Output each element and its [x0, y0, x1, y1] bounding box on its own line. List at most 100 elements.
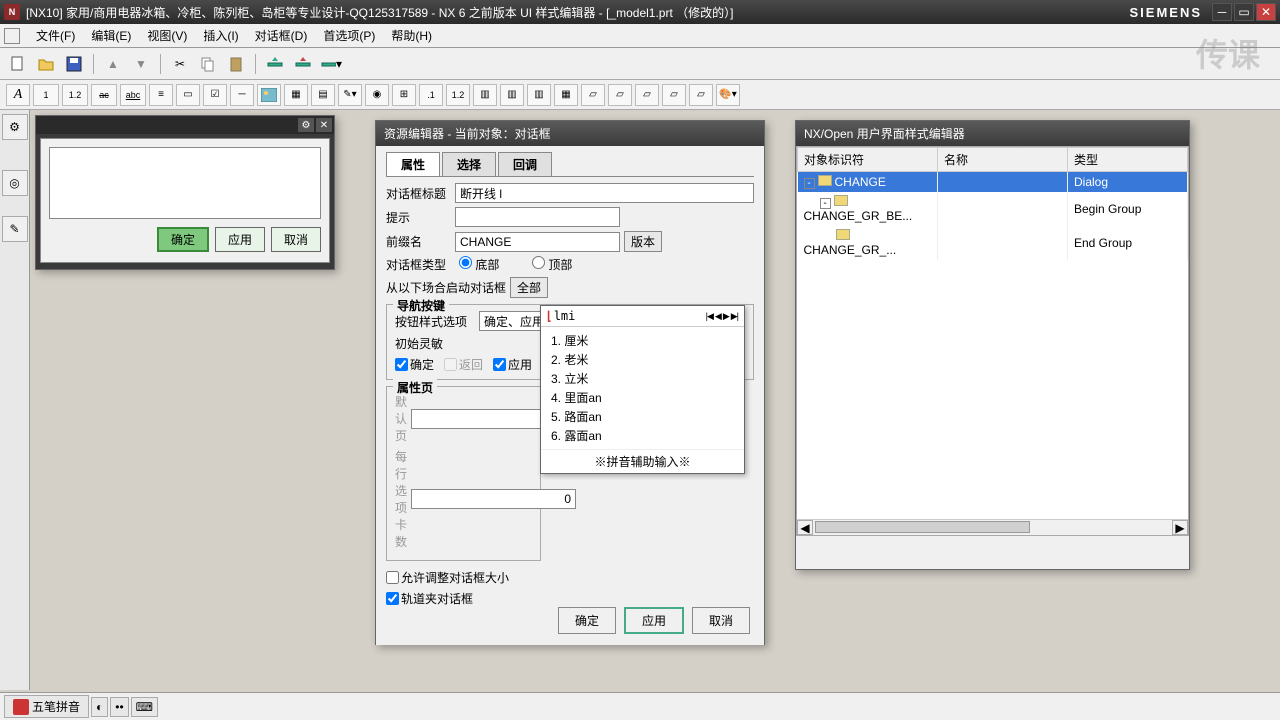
sub12-button[interactable]: 1.2 [446, 84, 470, 106]
check-button[interactable]: ☑ [203, 84, 227, 106]
col4-button[interactable]: ▦ [554, 84, 578, 106]
version-button[interactable]: 版本 [624, 231, 662, 252]
ime-taskbar-item[interactable]: 五笔拼音 [4, 695, 89, 718]
sub1-button[interactable]: .1 [419, 84, 443, 106]
table-row[interactable]: -CHANGE_GR_BE...Begin Group [798, 192, 1188, 226]
col1-button[interactable]: ▥ [473, 84, 497, 106]
preview-ok-button[interactable]: 确定 [157, 227, 209, 252]
cut-icon[interactable]: ✂ [168, 52, 192, 76]
sidebar-gear-icon[interactable]: ⚙ [2, 114, 28, 140]
ime-nav-prev[interactable]: ◀ [715, 311, 721, 322]
menu-icon[interactable] [4, 28, 20, 44]
menu-help[interactable]: 帮助(H) [383, 24, 440, 47]
prefix-input[interactable] [455, 232, 620, 252]
hint-input[interactable] [455, 207, 620, 227]
ime-cand-5[interactable]: 5. 路面an [551, 407, 734, 426]
close-button[interactable]: ✕ [1256, 3, 1276, 21]
scroll-right-icon[interactable]: ▶ [1172, 520, 1188, 535]
col-name[interactable]: 名称 [938, 148, 1068, 172]
ime-cand-4[interactable]: 4. 里面an [551, 388, 734, 407]
preview-apply-button[interactable]: 应用 [215, 227, 265, 252]
tool-a-icon[interactable] [263, 52, 287, 76]
menu-edit[interactable]: 编辑(E) [83, 24, 139, 47]
down-arrow-icon[interactable]: ▼ [129, 52, 153, 76]
scroll-thumb[interactable] [815, 521, 1030, 533]
menu-dialog[interactable]: 对话框(D) [247, 24, 316, 47]
dialog-type-top[interactable]: 顶部 [532, 256, 597, 273]
ime-punct-icon[interactable]: •• [110, 697, 128, 717]
cb-ok[interactable]: 确定 [395, 356, 434, 373]
col-type[interactable]: 类型 [1068, 148, 1188, 172]
col-id[interactable]: 对象标识符 [798, 148, 938, 172]
tree-hscroll[interactable]: ◀ ▶ [797, 519, 1188, 535]
new-file-icon[interactable] [6, 52, 30, 76]
menu-view[interactable]: 视图(V) [139, 24, 195, 47]
ime-nav-next[interactable]: ▶ [723, 311, 729, 322]
col2-button[interactable]: ▥ [500, 84, 524, 106]
radio-button-icon[interactable]: ◉ [365, 84, 389, 106]
up-arrow-icon[interactable]: ▲ [101, 52, 125, 76]
track-dialog-checkbox[interactable]: 轨道夹对话框 [386, 590, 473, 607]
line-button[interactable]: ─ [230, 84, 254, 106]
radio-top[interactable] [532, 256, 545, 269]
dialog-type-bottom[interactable]: 底部 [459, 256, 524, 273]
align-button[interactable]: ≡ [149, 84, 173, 106]
sidebar-tool-icon[interactable]: ✎ [2, 216, 28, 242]
preview-settings-icon[interactable]: ⚙ [298, 118, 314, 132]
maximize-button[interactable]: ▭ [1234, 3, 1254, 21]
open-file-icon[interactable] [34, 52, 58, 76]
rows-per-tab-input[interactable] [411, 489, 576, 509]
editor-cancel-button[interactable]: 取消 [692, 607, 750, 634]
table-row[interactable]: CHANGE_GR_...End Group [798, 226, 1188, 260]
col3-button[interactable]: ▥ [527, 84, 551, 106]
label-abc-button[interactable]: abc [120, 84, 146, 106]
doc3-button[interactable]: ▱ [635, 84, 659, 106]
copy-icon[interactable] [196, 52, 220, 76]
paste-icon[interactable] [224, 52, 248, 76]
tab-callback[interactable]: 回调 [498, 152, 552, 176]
preview-close-icon[interactable]: ✕ [316, 118, 332, 132]
tab-select[interactable]: 选择 [442, 152, 496, 176]
editor-ok-button[interactable]: 确定 [558, 607, 616, 634]
ime-nav-first[interactable]: |◀ [706, 311, 713, 322]
tree-toggle-icon[interactable]: - [804, 178, 815, 189]
label-1-button[interactable]: 1 [33, 84, 59, 106]
radio-bottom[interactable] [459, 256, 472, 269]
menu-file[interactable]: 文件(F) [28, 24, 83, 47]
grid1-button[interactable]: ▦ [284, 84, 308, 106]
menu-pref[interactable]: 首选项(P) [315, 24, 383, 47]
launch-value-button[interactable]: 全部 [510, 277, 548, 298]
ime-mode-icon[interactable]: ◐ [91, 697, 108, 717]
table-row[interactable]: -CHANGEDialog [798, 172, 1188, 193]
doc2-button[interactable]: ▱ [608, 84, 632, 106]
grid2-button[interactable]: ▤ [311, 84, 335, 106]
label-12-button[interactable]: 1.2 [62, 84, 88, 106]
tool-b-icon[interactable] [291, 52, 315, 76]
tree-toggle-icon[interactable]: - [820, 198, 831, 209]
editor-apply-button[interactable]: 应用 [624, 607, 684, 634]
sidebar-globe-icon[interactable]: ◎ [2, 170, 28, 196]
ime-keyboard-icon[interactable]: ⌨ [131, 697, 158, 717]
tab-attributes[interactable]: 属性 [386, 152, 440, 176]
ime-cand-3[interactable]: 3. 立米 [551, 369, 734, 388]
ime-nav-last[interactable]: ▶| [731, 311, 738, 322]
cb-back[interactable]: 返回 [444, 356, 483, 373]
menu-insert[interactable]: 插入(I) [195, 24, 246, 47]
minimize-button[interactable]: ─ [1212, 3, 1232, 21]
ime-cand-2[interactable]: 2. 老米 [551, 350, 734, 369]
ime-cand-1[interactable]: 1. 厘米 [551, 331, 734, 350]
pencil-button[interactable]: ✎▾ [338, 84, 362, 106]
allow-resize-checkbox[interactable]: 允许调整对话框大小 [386, 569, 509, 586]
save-file-icon[interactable] [62, 52, 86, 76]
palette-button[interactable]: 🎨▾ [716, 84, 740, 106]
dialog-title-input[interactable] [455, 183, 754, 203]
doc5-button[interactable]: ▱ [689, 84, 713, 106]
scroll-left-icon[interactable]: ◀ [797, 520, 813, 535]
layout1-button[interactable]: ⊞ [392, 84, 416, 106]
tool-c-icon[interactable]: ▾ [319, 52, 343, 76]
image-button[interactable] [257, 84, 281, 106]
cb-apply[interactable]: 应用 [493, 356, 532, 373]
text-tool-icon[interactable]: A [6, 84, 30, 106]
doc4-button[interactable]: ▱ [662, 84, 686, 106]
preview-cancel-button[interactable]: 取消 [271, 227, 321, 252]
